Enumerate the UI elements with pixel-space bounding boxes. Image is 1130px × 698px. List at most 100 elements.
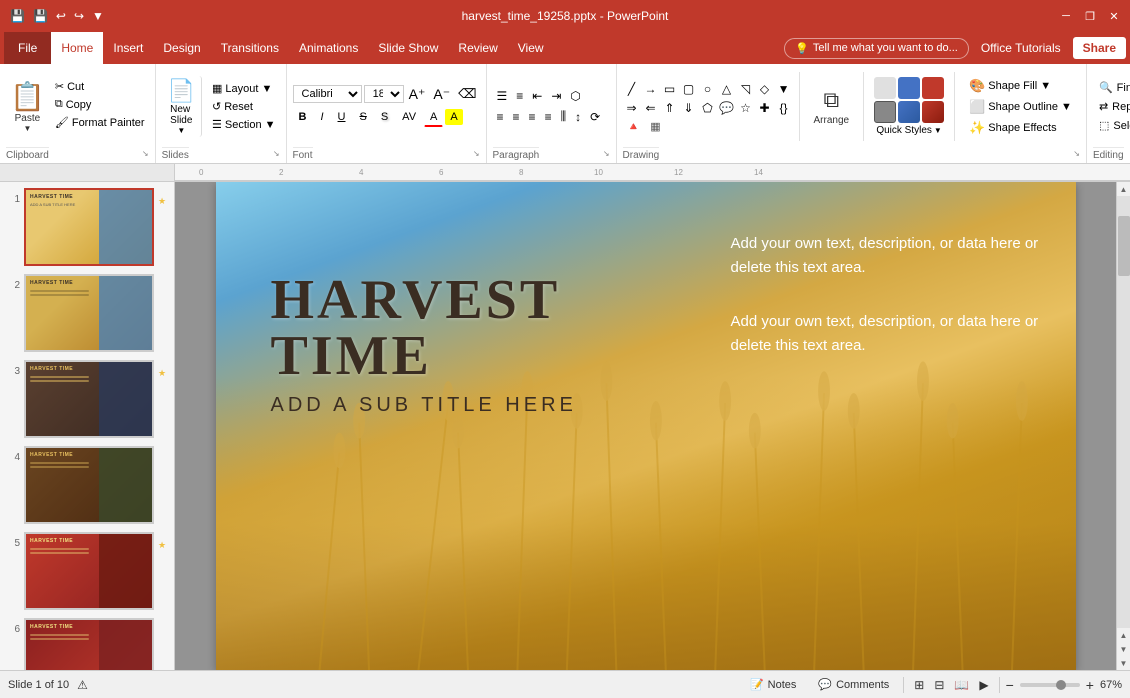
- bold-btn[interactable]: B: [293, 108, 313, 126]
- slides-expand[interactable]: ↘: [273, 149, 280, 158]
- minimize-btn[interactable]: ─: [1058, 8, 1074, 24]
- decrease-indent-btn[interactable]: ⇤: [528, 87, 546, 105]
- italic-btn[interactable]: I: [314, 108, 329, 126]
- menu-transitions[interactable]: Transitions: [211, 32, 289, 64]
- shape-line[interactable]: ╱: [623, 80, 641, 98]
- tell-me-input[interactable]: 💡 Tell me what you want to do...: [784, 38, 969, 59]
- qs-item-2[interactable]: [898, 77, 920, 99]
- columns-btn[interactable]: ⫼: [557, 107, 571, 126]
- zoom-slider[interactable]: [1020, 683, 1080, 687]
- menu-slideshow[interactable]: Slide Show: [368, 32, 448, 64]
- menu-view[interactable]: View: [508, 32, 554, 64]
- qs-item-5[interactable]: [898, 101, 920, 123]
- scroll-up-btn[interactable]: ▲: [1117, 182, 1130, 196]
- menu-design[interactable]: Design: [153, 32, 210, 64]
- slide-canvas[interactable]: HARVEST TIME ADD A SUB TITLE HERE Add yo…: [216, 182, 1076, 670]
- font-color-btn[interactable]: A: [424, 108, 443, 127]
- qs-item-6[interactable]: [922, 101, 944, 123]
- clear-format-btn[interactable]: ⌫: [455, 85, 479, 103]
- normal-view-btn[interactable]: ⊞: [910, 676, 928, 694]
- shape-outline-btn[interactable]: ⬜ Shape Outline ▼: [963, 97, 1078, 117]
- new-slide-btn[interactable]: 📄 NewSlide ▼: [162, 76, 202, 137]
- shape-effects-btn[interactable]: ✨ Shape Effects: [963, 118, 1078, 138]
- para-expand[interactable]: ↘: [603, 149, 610, 158]
- reset-btn[interactable]: ↺ Reset: [208, 98, 280, 115]
- quick-styles-arrow[interactable]: ▼: [934, 126, 942, 135]
- insert-icon-btn[interactable]: 🔺: [623, 119, 645, 134]
- menu-file[interactable]: File: [4, 32, 51, 64]
- char-space-btn[interactable]: AV: [396, 108, 422, 126]
- slide-title-area[interactable]: HARVEST TIME ADD A SUB TITLE HERE: [271, 272, 731, 417]
- align-center-btn[interactable]: ≡: [509, 108, 524, 126]
- menu-review[interactable]: Review: [448, 32, 507, 64]
- line-spacing-btn[interactable]: ↕: [571, 108, 585, 126]
- qs-item-3[interactable]: [922, 77, 944, 99]
- underline-btn[interactable]: U: [332, 108, 352, 126]
- slide-preview-4[interactable]: HARVEST TIME: [24, 446, 154, 524]
- restore-btn[interactable]: ❐: [1082, 8, 1098, 24]
- format-painter-btn[interactable]: 🖌 Format Painter: [51, 114, 149, 131]
- shape-round-rect[interactable]: ▢: [680, 80, 698, 98]
- zoom-out-btn[interactable]: −: [1006, 677, 1014, 693]
- accessibility-icon[interactable]: ⚠: [77, 678, 88, 692]
- bullets-btn[interactable]: ☰: [493, 87, 512, 105]
- replace-btn[interactable]: ⇄ Replace ▼: [1093, 98, 1130, 115]
- scroll-track[interactable]: [1117, 196, 1130, 628]
- zoom-level[interactable]: 67%: [1100, 679, 1122, 691]
- paste-dropdown-icon[interactable]: ▼: [23, 124, 31, 133]
- close-btn[interactable]: ✕: [1106, 8, 1122, 24]
- slide-thumb-3[interactable]: 3 HARVEST TIME ★: [4, 358, 170, 440]
- shape-arrow[interactable]: →: [642, 80, 660, 98]
- shape-star[interactable]: ☆: [737, 99, 755, 117]
- new-slide-arrow[interactable]: ▼: [177, 126, 185, 135]
- customize-btn[interactable]: ▼: [90, 7, 106, 25]
- reading-view-btn[interactable]: 📖: [950, 676, 973, 694]
- shape-rtriangle[interactable]: ◹: [737, 80, 755, 98]
- slide-sorter-btn[interactable]: ⊟: [930, 676, 948, 694]
- slides-panel[interactable]: 1 HARVEST TIME ADD A SUB TITLE HERE ★ 2 …: [0, 182, 175, 670]
- shape-oval[interactable]: ○: [699, 80, 717, 98]
- scroll-middle-2[interactable]: ▼: [1117, 642, 1130, 656]
- slide-preview-5[interactable]: HARVEST TIME: [24, 532, 154, 610]
- align-right-btn[interactable]: ≡: [525, 108, 540, 126]
- shape-callout[interactable]: 💬: [718, 99, 736, 117]
- slide-preview-3[interactable]: HARVEST TIME: [24, 360, 154, 438]
- slide-preview-1[interactable]: HARVEST TIME ADD A SUB TITLE HERE: [24, 188, 154, 266]
- numbering-btn[interactable]: ≡: [512, 87, 527, 105]
- zoom-in-btn[interactable]: +: [1086, 677, 1094, 693]
- shape-arrow-down[interactable]: ⇓: [680, 99, 698, 117]
- undo-btn[interactable]: ↩: [54, 7, 68, 25]
- qs-item-4[interactable]: [874, 101, 896, 123]
- justify-btn[interactable]: ≡: [541, 108, 556, 126]
- comments-btn[interactable]: 💬 Comments: [810, 676, 897, 693]
- text-direction-btn[interactable]: ⟳: [586, 108, 604, 126]
- shape-triangle[interactable]: △: [718, 80, 736, 98]
- slide-thumb-5[interactable]: 5 HARVEST TIME ★: [4, 530, 170, 612]
- text-highlight-btn[interactable]: A: [445, 109, 462, 125]
- shape-more[interactable]: ▼: [775, 80, 793, 98]
- font-family-select[interactable]: Calibri: [293, 85, 362, 103]
- layout-btn[interactable]: ▦ Layout ▼: [208, 80, 280, 97]
- shape-arrow-left[interactable]: ⇐: [642, 99, 660, 117]
- menu-insert[interactable]: Insert: [103, 32, 153, 64]
- clipboard-expand-icon[interactable]: ↘: [142, 149, 149, 158]
- section-btn[interactable]: ☰ Section ▼: [208, 116, 280, 133]
- shape-pentagon[interactable]: ⬠: [699, 99, 717, 117]
- increase-indent-btn[interactable]: ⇥: [547, 87, 565, 105]
- menu-animations[interactable]: Animations: [289, 32, 368, 64]
- slideshow-btn[interactable]: ▶: [975, 676, 992, 694]
- strikethrough-btn[interactable]: S: [353, 108, 372, 126]
- shape-bracket[interactable]: {}: [775, 99, 793, 117]
- share-btn[interactable]: Share: [1073, 37, 1126, 59]
- decrease-size-btn[interactable]: A⁻: [430, 85, 453, 104]
- slide-thumb-4[interactable]: 4 HARVEST TIME: [4, 444, 170, 526]
- slide-thumb-2[interactable]: 2 HARVEST TIME: [4, 272, 170, 354]
- select-btn[interactable]: ⬚ Select ▼: [1093, 117, 1130, 134]
- font-expand[interactable]: ↘: [473, 149, 480, 158]
- save-btn[interactable]: 💾: [31, 7, 50, 25]
- office-tutorials-btn[interactable]: Office Tutorials: [973, 37, 1069, 59]
- shadow-btn[interactable]: S: [375, 108, 394, 126]
- cut-btn[interactable]: ✂ Cut: [51, 78, 149, 95]
- slide-thumb-6[interactable]: 6 HARVEST TIME: [4, 616, 170, 670]
- arrange-btn[interactable]: ⧉ Arrange: [806, 83, 858, 130]
